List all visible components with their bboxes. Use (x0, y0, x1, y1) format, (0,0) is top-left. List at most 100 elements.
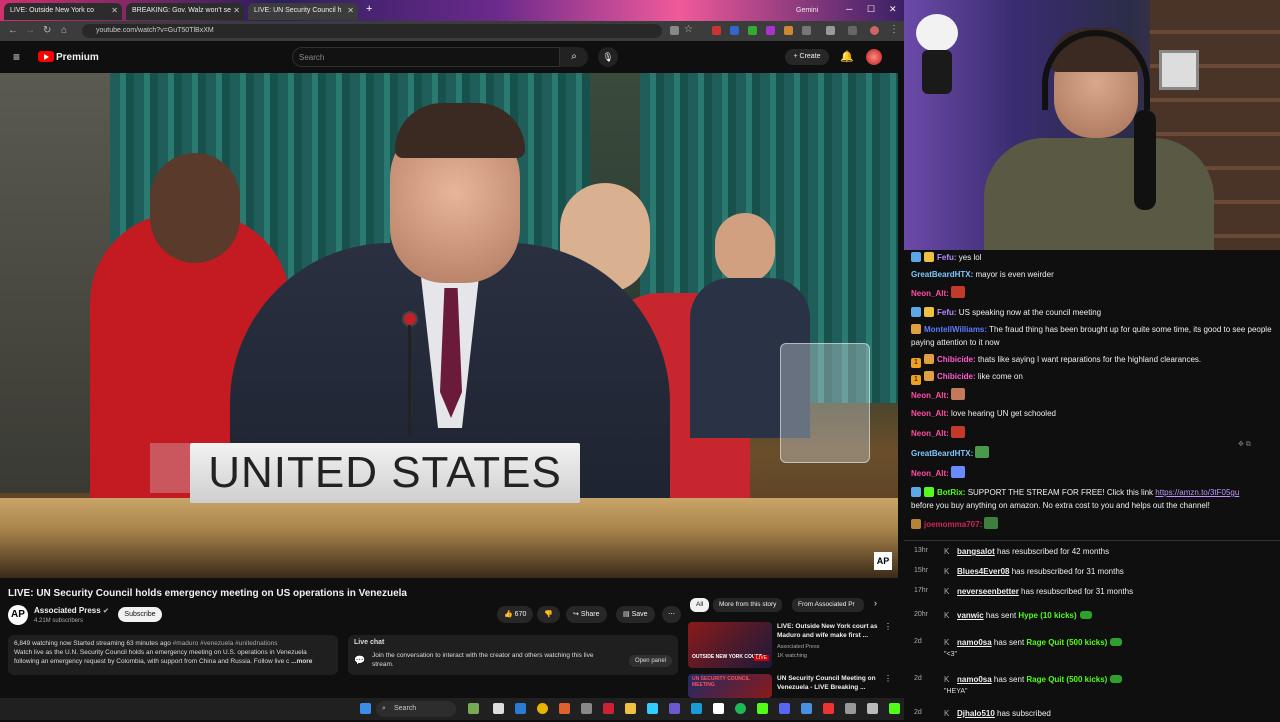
chat-user[interactable]: Fefu: (937, 308, 957, 317)
extension-icon[interactable] (784, 26, 793, 35)
more-menu-icon[interactable]: ⋮ (889, 24, 899, 35)
chat-user[interactable]: joemomma707: (924, 520, 982, 529)
close-icon[interactable]: ✕ (233, 6, 240, 15)
browser-tab[interactable]: BREAKING: Gov. Walz won't se ✕ (126, 3, 244, 20)
extension-icon[interactable] (712, 26, 721, 35)
youtube-logo-icon[interactable] (38, 51, 54, 62)
extension-icon[interactable] (730, 26, 739, 35)
open-panel-button[interactable]: Open panel (628, 655, 672, 667)
extension-icon[interactable] (748, 26, 757, 35)
chat-user[interactable]: GreatBeardHTX: (911, 449, 973, 458)
browser-tab[interactable]: LIVE: Outside New York co ✕ (4, 3, 122, 20)
chat-user[interactable]: Neon_Alt: (911, 469, 949, 478)
taskbar-app-icon[interactable] (669, 703, 680, 714)
taskbar-app-icon[interactable] (867, 703, 878, 714)
home-icon[interactable]: ⌂ (61, 25, 67, 36)
chat-user[interactable]: Neon_Alt: (911, 409, 949, 418)
taskbar-app-icon[interactable] (559, 703, 570, 714)
more-actions-icon[interactable]: ⋯ (662, 606, 681, 623)
new-tab-icon[interactable]: + (366, 3, 372, 15)
channel-name[interactable]: Associated Press ✔ (34, 606, 109, 615)
taskbar-app-icon[interactable] (889, 703, 900, 714)
recommendation-title[interactable]: LIVE: Outside New York court as Maduro a… (777, 622, 887, 640)
extensions-puzzle-icon[interactable] (802, 26, 811, 35)
description-more[interactable]: ...more (291, 658, 312, 665)
recommendation-thumbnail[interactable]: OUTSIDE NEW YORK COURT LIVE (688, 622, 772, 668)
account-avatar[interactable] (866, 49, 882, 65)
kick-icon[interactable] (757, 703, 768, 714)
taskbar-search[interactable]: ⌕ Search (376, 701, 456, 717)
chrome-icon[interactable] (537, 703, 548, 714)
notifications-bell-icon[interactable]: 🔔 (840, 50, 854, 63)
taskbar-app-icon[interactable] (691, 703, 702, 714)
description-box[interactable]: 6,849 watching now Started streaming 63 … (8, 635, 338, 675)
chip-all[interactable]: All (690, 598, 710, 612)
recommendation-title[interactable]: UN Security Council Meeting on Venezuela… (777, 674, 887, 692)
search-icon[interactable]: ⌕ (560, 47, 588, 67)
task-view-icon[interactable] (493, 703, 504, 714)
event-user[interactable]: Blues4Ever08 (957, 567, 1009, 576)
event-user[interactable]: namo0sa (957, 638, 992, 647)
back-icon[interactable]: ← (8, 25, 18, 36)
recommendation-thumbnail[interactable]: UN SECURITY COUNCIL MEETING (688, 674, 772, 698)
forward-icon[interactable]: → (25, 25, 35, 36)
chevron-right-icon[interactable]: › (874, 598, 877, 608)
chat-user[interactable]: BotRix: (937, 488, 965, 497)
search-input[interactable]: Search (292, 47, 560, 67)
minimize-icon[interactable]: ─ (846, 4, 852, 14)
taskbar-app-icon[interactable] (823, 703, 834, 714)
url-field[interactable]: youtube.com/watch?v=GuT50TlBxXM (82, 24, 662, 38)
window-close-icon[interactable]: ✕ (889, 4, 897, 15)
chip-more-from-story[interactable]: More from this story (713, 598, 783, 612)
chat-user[interactable]: Chibicide: (937, 372, 976, 381)
youtube-brand[interactable]: Premium (56, 52, 99, 63)
save-button[interactable]: ▤ Save (616, 606, 655, 623)
event-user[interactable]: namo0sa (957, 675, 992, 684)
taskbar-app-icon[interactable] (603, 703, 614, 714)
close-icon[interactable]: ✕ (347, 6, 354, 15)
chat-user[interactable]: Chibicide: (937, 355, 976, 364)
chat-user[interactable]: Neon_Alt: (911, 429, 949, 438)
profile-icon[interactable] (870, 26, 879, 35)
start-windows-icon[interactable] (360, 703, 371, 714)
event-user[interactable]: neverseenbetter (957, 587, 1019, 596)
channel-avatar[interactable]: AP (8, 605, 28, 625)
file-explorer-icon[interactable] (625, 703, 636, 714)
chat-user[interactable]: GreatBeardHTX: (911, 270, 973, 279)
taskbar-app-icon[interactable] (801, 703, 812, 714)
create-button[interactable]: + Create (785, 49, 829, 65)
close-icon[interactable]: ✕ (111, 6, 118, 15)
chat-user[interactable]: Neon_Alt: (911, 391, 949, 400)
chat-user[interactable]: Neon_Alt: (911, 289, 949, 298)
browser-tab[interactable]: Gemini (790, 3, 838, 20)
microphone-icon[interactable]: 🎙 (598, 47, 618, 67)
browser-tab-active[interactable]: LIVE: UN Security Council h ✕ (248, 3, 358, 20)
maximize-icon[interactable]: ☐ (867, 4, 875, 15)
like-button[interactable]: 👍 670 (497, 606, 534, 623)
download-icon[interactable] (848, 26, 857, 35)
chat-user[interactable]: MontellWilliams: (924, 325, 987, 334)
dislike-button[interactable]: 👎 (537, 606, 560, 623)
discord-icon[interactable] (779, 703, 790, 714)
hamburger-menu-icon[interactable]: ≡ (13, 50, 20, 64)
taskbar-app-icon[interactable] (713, 703, 724, 714)
taskbar-app-icon[interactable] (468, 703, 479, 714)
cast-icon[interactable] (670, 26, 679, 35)
event-user[interactable]: vanwic (957, 611, 984, 620)
event-user[interactable]: bangsalot (957, 547, 995, 556)
subscribe-button[interactable]: Subscribe (118, 607, 162, 622)
chat-link[interactable]: https://amzn.to/3tF05gu (1155, 488, 1239, 497)
share-button[interactable]: ↪ Share (566, 606, 607, 623)
chat-user[interactable]: Fefu: (937, 253, 957, 262)
description-hashtags[interactable]: #maduro #venezuela #unitednations (173, 640, 278, 647)
event-user[interactable]: Djhalo510 (957, 709, 995, 718)
sidebar-icon[interactable] (826, 26, 835, 35)
taskbar-app-icon[interactable] (845, 703, 856, 714)
video-player[interactable]: UNITED STATES AP (0, 73, 898, 578)
recommendation-item[interactable]: OUTSIDE NEW YORK COURT LIVE LIVE: Outsid… (688, 622, 898, 670)
reload-icon[interactable]: ↻ (43, 25, 51, 36)
taskbar-app-icon[interactable] (581, 703, 592, 714)
edge-icon[interactable] (515, 703, 526, 714)
bookmark-star-icon[interactable]: ☆ (684, 24, 693, 35)
spotify-icon[interactable] (735, 703, 746, 714)
